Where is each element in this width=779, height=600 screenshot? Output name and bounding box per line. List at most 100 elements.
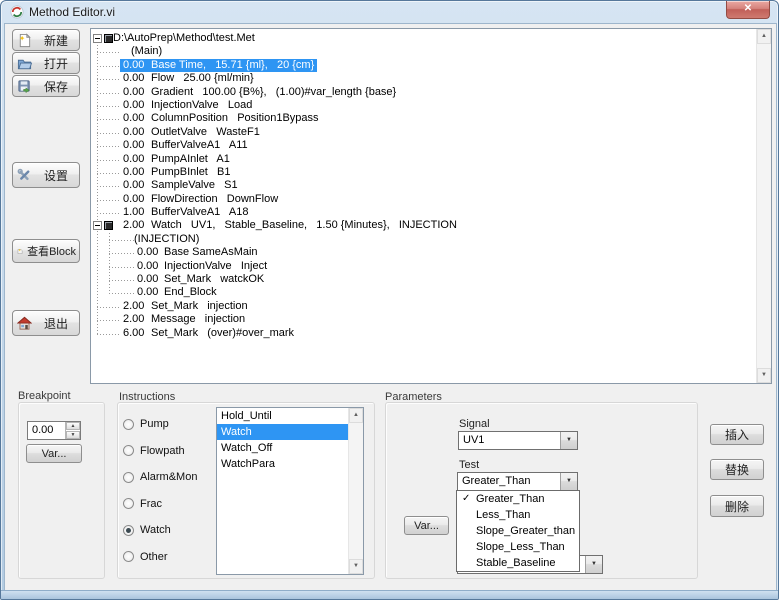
new-button[interactable]: 新建 <box>12 29 80 51</box>
breakpoint-var-button[interactable]: Var... <box>26 444 82 463</box>
method-tree[interactable]: D:\AutoPrep\Method\test.Met(Main)0.00Bas… <box>90 28 772 384</box>
tree-row-content: 0.00BufferValveA1 A11 <box>120 139 251 152</box>
chevron-down-icon[interactable]: ▼ <box>560 473 577 490</box>
breakpoint-value[interactable]: 0.00 <box>32 424 53 436</box>
scroll-up-arrow-icon[interactable]: ▲ <box>349 408 363 423</box>
listbox-item[interactable]: WatchPara <box>217 456 348 472</box>
tree-row-text: InjectionValve Load <box>151 99 252 111</box>
insert-button-label: 插入 <box>725 426 749 443</box>
tree-row[interactable]: 0.00OutletValve WasteF1 <box>91 126 756 139</box>
tree-expander-minus-icon[interactable] <box>93 221 102 230</box>
tree-row[interactable]: 0.00BufferValveA1 A11 <box>91 139 756 152</box>
settings-button[interactable]: 设置 <box>12 162 80 188</box>
signal-combo-value: UV1 <box>463 434 484 446</box>
dropdown-item[interactable]: Slope_Greater_than <box>457 523 579 539</box>
tree-row-content: D:\AutoPrep\Method\test.Met <box>110 32 258 45</box>
exit-button[interactable]: 退出 <box>12 310 80 336</box>
tree-row[interactable]: 2.00Set_Mark injection <box>91 300 756 313</box>
tree-connector <box>97 213 121 214</box>
instruction-list-items: Hold_UntilWatchWatch_OffWatchPara <box>217 408 348 574</box>
dropdown-item[interactable]: Stable_Baseline <box>457 555 579 571</box>
tree-row[interactable]: 0.00Base Time, 15.71 {ml}, 20 {cm} <box>91 59 756 72</box>
instruction-listbox[interactable]: Hold_UntilWatchWatch_OffWatchPara ▲ ▼ <box>216 407 364 575</box>
breakpoint-spinner[interactable]: 0.00 ▲ ▼ <box>27 421 81 440</box>
replace-button-label: 替换 <box>725 461 749 478</box>
title-bar[interactable]: Method Editor.vi <box>1 1 778 23</box>
tree-expander-minus-icon[interactable] <box>93 34 102 43</box>
listbox-item[interactable]: Watch_Off <box>217 440 348 456</box>
dropdown-item[interactable]: ✓Greater_Than <box>457 491 579 507</box>
tree-row[interactable]: 0.00Flow 25.00 {ml/min} <box>91 72 756 85</box>
chevron-down-icon[interactable]: ▼ <box>585 556 602 573</box>
tree-row-time: 0.00 <box>123 193 151 206</box>
tree-row[interactable]: 0.00Gradient 100.00 {B%}, (1.00)#var_len… <box>91 86 756 99</box>
tree-row[interactable]: 2.00Watch UV1, Stable_Baseline, 1.50 {Mi… <box>91 219 756 232</box>
tree-row-time: 2.00 <box>123 313 151 326</box>
tree-row-time: 0.00 <box>123 86 151 99</box>
radio-frac[interactable]: Frac <box>123 494 197 514</box>
delete-button[interactable]: 删除 <box>710 495 764 517</box>
parameters-var-button[interactable]: Var... <box>404 516 449 535</box>
dropdown-item-label: Slope_Greater_than <box>476 525 575 537</box>
close-icon: ✕ <box>744 3 752 14</box>
tree-row[interactable]: (INJECTION) <box>91 233 756 246</box>
radio-other[interactable]: Other <box>123 547 197 567</box>
tree-row[interactable]: 0.00PumpAInlet A1 <box>91 153 756 166</box>
open-folder-icon <box>17 56 32 71</box>
radio-label: Other <box>140 551 168 563</box>
tree-row-time: 2.00 <box>123 219 151 232</box>
save-button[interactable]: 保存 <box>12 75 80 97</box>
replace-button[interactable]: 替换 <box>710 459 764 480</box>
listbox-item[interactable]: Hold_Until <box>217 408 348 424</box>
tree-row[interactable]: 0.00SampleValve S1 <box>91 179 756 192</box>
view-block-button[interactable]: 查看Block <box>12 239 80 263</box>
tree-row[interactable]: D:\AutoPrep\Method\test.Met <box>91 32 756 45</box>
radio-pump[interactable]: Pump <box>123 414 197 434</box>
tree-row-text: BufferValveA1 A18 <box>151 206 248 218</box>
radio-watch[interactable]: Watch <box>123 520 197 540</box>
scroll-down-arrow-icon[interactable]: ▼ <box>757 368 771 383</box>
tree-row-time: 0.00 <box>123 166 151 179</box>
tree-row-text: PumpBInlet B1 <box>151 166 231 178</box>
test-combo[interactable]: Greater_Than ▼ <box>457 472 578 491</box>
tree-connector <box>109 267 134 268</box>
insert-button[interactable]: 插入 <box>710 424 764 445</box>
radio-flowpath[interactable]: Flowpath <box>123 441 197 461</box>
tree-row-content: 2.00Watch UV1, Stable_Baseline, 1.50 {Mi… <box>120 219 460 232</box>
scroll-down-arrow-icon[interactable]: ▼ <box>349 559 363 574</box>
spinner-up-button[interactable]: ▲ <box>66 422 80 430</box>
scroll-up-arrow-icon[interactable]: ▲ <box>757 29 771 44</box>
tree-row[interactable]: 0.00FlowDirection DownFlow <box>91 193 756 206</box>
listbox-item[interactable]: Watch <box>217 424 348 440</box>
tree-row[interactable]: 6.00Set_Mark (over)#over_mark <box>91 327 756 340</box>
radio-icon <box>123 419 134 430</box>
tree-row-time: 0.00 <box>123 126 151 139</box>
tree-row[interactable]: 0.00InjectionValve Inject <box>91 260 756 273</box>
tree-row[interactable]: 1.00BufferValveA1 A18 <box>91 206 756 219</box>
listbox-scrollbar[interactable]: ▲ ▼ <box>348 408 363 574</box>
spinner-down-button[interactable]: ▼ <box>66 431 80 439</box>
tree-connector <box>97 200 121 201</box>
chevron-down-icon[interactable]: ▼ <box>560 432 577 449</box>
radio-alarmmon[interactable]: Alarm&Mon <box>123 467 197 487</box>
close-button[interactable]: ✕ <box>726 1 770 19</box>
tree-row-time: 0.00 <box>123 112 151 125</box>
tree-row-text: OutletValve WasteF1 <box>151 126 260 138</box>
tree-row-content: 0.00ColumnPosition Position1Bypass <box>120 112 322 125</box>
tree-row[interactable]: 0.00End_Block <box>91 286 756 299</box>
open-button[interactable]: 打开 <box>12 52 80 74</box>
tree-row-time: 0.00 <box>123 179 151 192</box>
tree-row-content: (INJECTION) <box>131 233 202 246</box>
tree-row[interactable]: 0.00Set_Mark watckOK <box>91 273 756 286</box>
tree-row[interactable]: 0.00ColumnPosition Position1Bypass <box>91 112 756 125</box>
tree-row[interactable]: (Main) <box>91 45 756 58</box>
tree-row[interactable]: 2.00Message injection <box>91 313 756 326</box>
tree-row[interactable]: 0.00InjectionValve Load <box>91 99 756 112</box>
tree-scrollbar[interactable]: ▲ ▼ <box>756 29 771 383</box>
dropdown-item[interactable]: Less_Than <box>457 507 579 523</box>
signal-label: Signal <box>459 418 490 430</box>
tree-row[interactable]: 0.00Base SameAsMain <box>91 246 756 259</box>
dropdown-item[interactable]: Slope_Less_Than <box>457 539 579 555</box>
tree-row[interactable]: 0.00PumpBInlet B1 <box>91 166 756 179</box>
signal-combo[interactable]: UV1 ▼ <box>458 431 578 450</box>
